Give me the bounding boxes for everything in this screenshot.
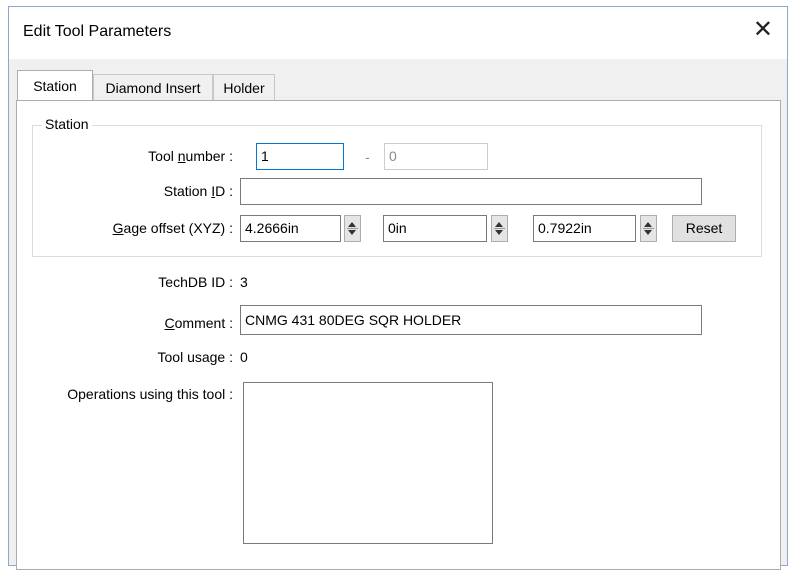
station-id-input[interactable] [240,178,702,205]
tab-holder-label: Holder [223,80,265,96]
tool-number-label: Tool number : [148,148,233,164]
gage-offset-z-value: 0.7922in [538,220,592,236]
gage-offset-z-input[interactable]: 0.7922in [533,215,636,242]
tool-number-value: 1 [261,148,269,164]
reset-button[interactable]: Reset [672,215,736,242]
techdb-id-label: TechDB ID : [158,274,233,290]
gage-offset-y-value: 0in [388,220,407,236]
tool-number-input[interactable]: 1 [256,143,344,170]
operations-label: Operations using this tool : [67,386,233,402]
comment-input[interactable]: CNMG 431 80DEG SQR HOLDER [240,305,702,335]
tool-number-separator: - [365,149,370,165]
gage-offset-x-value: 4.2666in [245,220,299,236]
close-icon[interactable]: ✕ [753,17,773,41]
gage-offset-x-spinner-icon[interactable] [344,215,361,242]
techdb-id-value: 3 [240,274,248,290]
tool-number-secondary-value: 0 [389,148,397,164]
tab-station[interactable]: Station [17,70,93,100]
tool-usage-value: 0 [240,349,248,365]
tab-station-label: Station [33,78,77,94]
operations-list[interactable] [243,382,493,544]
station-id-label: Station ID : [163,183,233,199]
gage-offset-z-spinner-icon[interactable] [640,215,657,242]
tool-number-secondary-field: 0 [384,143,488,170]
gage-offset-x-input[interactable]: 4.2666in [240,215,341,242]
gage-offset-y-spinner-icon[interactable] [491,215,508,242]
tool-usage-label: Tool usage : [157,349,234,365]
reset-button-label: Reset [685,220,723,236]
gage-offset-label: Gage offset (XYZ) : [112,220,233,236]
tab-diamond-insert[interactable]: Diamond Insert [93,74,213,100]
tab-holder[interactable]: Holder [213,74,275,100]
tab-diamond-insert-label: Diamond Insert [105,80,201,96]
comment-value: CNMG 431 80DEG SQR HOLDER [245,312,462,328]
dialog-title: Edit Tool Parameters [23,23,172,40]
gage-offset-y-input[interactable]: 0in [383,215,487,242]
title-bar: Edit Tool Parameters ✕ [9,7,787,59]
comment-label: Comment : [164,315,233,331]
station-group-legend: Station [42,116,92,132]
